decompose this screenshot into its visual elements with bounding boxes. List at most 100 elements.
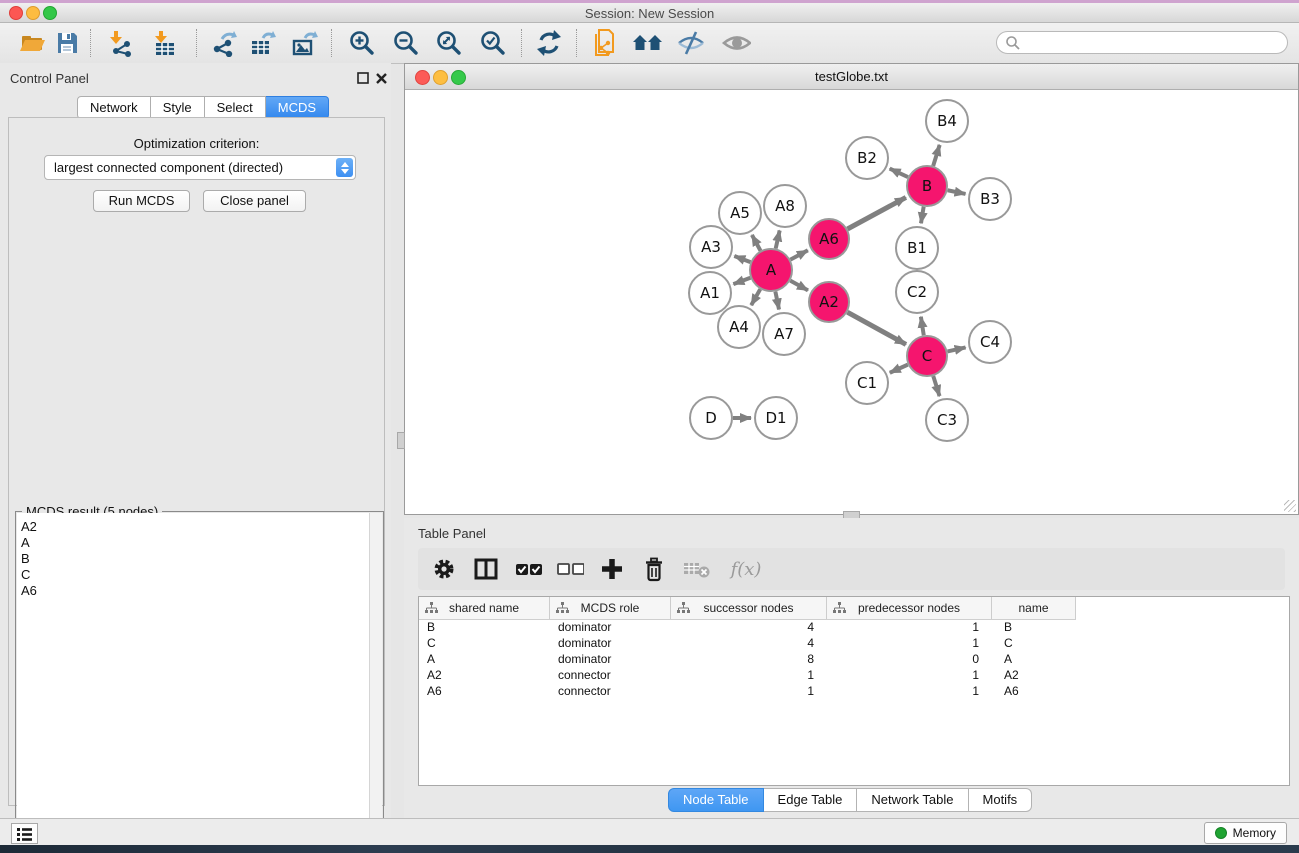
- network-window-titlebar[interactable]: testGlobe.txt: [405, 64, 1298, 90]
- table-cell[interactable]: 1: [827, 619, 992, 635]
- mcds-result-item[interactable]: A: [21, 535, 369, 551]
- graph-edge-A2-C[interactable]: [847, 312, 906, 344]
- deselect-all-button[interactable]: [556, 555, 584, 583]
- window-resize-grip[interactable]: [1284, 500, 1296, 512]
- graph-edge-A6-B[interactable]: [847, 197, 905, 229]
- tab-node-table[interactable]: Node Table: [668, 788, 764, 812]
- graph-edge-C-C1[interactable]: [890, 365, 908, 373]
- column-header[interactable]: shared name: [419, 597, 550, 619]
- graph-edge-A-A2[interactable]: [790, 281, 808, 291]
- zoom-in-button[interactable]: [347, 28, 377, 58]
- table-cell[interactable]: 1: [827, 683, 992, 699]
- graph-edge-B-B1[interactable]: [921, 207, 924, 224]
- table-cell[interactable]: A: [992, 651, 1076, 667]
- graph-edge-A-A3[interactable]: [734, 256, 750, 262]
- open-session-button[interactable]: [17, 28, 47, 58]
- table-cell[interactable]: 1: [827, 635, 992, 651]
- table-cell[interactable]: 4: [671, 619, 827, 635]
- zoom-fit-button[interactable]: [434, 28, 464, 58]
- graph-edge-A-A4[interactable]: [751, 289, 760, 305]
- mcds-result-item[interactable]: A6: [21, 583, 369, 599]
- tab-edge-table[interactable]: Edge Table: [764, 788, 858, 812]
- close-panel-icon[interactable]: [375, 72, 388, 85]
- task-history-button[interactable]: [11, 823, 38, 844]
- table-cell[interactable]: 1: [671, 683, 827, 699]
- table-row[interactable]: Adominator80A: [419, 651, 1289, 667]
- export-table-button[interactable]: [247, 28, 277, 58]
- zoom-selected-button[interactable]: [478, 28, 508, 58]
- graph-edge-A-A6[interactable]: [790, 250, 807, 259]
- table-cell[interactable]: 4: [671, 635, 827, 651]
- apply-layout-button[interactable]: [534, 28, 564, 58]
- graph-edge-B-B2[interactable]: [890, 169, 908, 178]
- mcds-result-item[interactable]: C: [21, 567, 369, 583]
- table-cell[interactable]: A: [419, 651, 550, 667]
- function-builder-button[interactable]: f(x): [724, 555, 768, 583]
- table-cell[interactable]: A2: [992, 667, 1076, 683]
- column-layout-button[interactable]: [472, 555, 500, 583]
- import-table-button[interactable]: [150, 28, 180, 58]
- network-canvas[interactable]: AA1A2A3A4A5A6A7A8BB1B2B3B4CC1C2C3C4DD1: [405, 90, 1298, 514]
- column-header[interactable]: successor nodes: [671, 597, 827, 619]
- table-cell[interactable]: 8: [671, 651, 827, 667]
- tab-style[interactable]: Style: [151, 96, 205, 119]
- tab-select[interactable]: Select: [205, 96, 266, 119]
- table-row[interactable]: A2connector11A2: [419, 667, 1289, 683]
- table-cell[interactable]: dominator: [550, 619, 671, 635]
- search-input[interactable]: [996, 31, 1288, 54]
- mcds-result-item[interactable]: B: [21, 551, 369, 567]
- graph-edge-A-A1[interactable]: [733, 278, 750, 284]
- table-cell[interactable]: 0: [827, 651, 992, 667]
- delete-column-button[interactable]: [640, 555, 668, 583]
- export-image-button[interactable]: [289, 28, 319, 58]
- tab-network[interactable]: Network: [77, 96, 151, 119]
- table-cell[interactable]: A6: [992, 683, 1076, 699]
- float-panel-icon[interactable]: [357, 72, 370, 85]
- table-cell[interactable]: connector: [550, 683, 671, 699]
- home-network-button[interactable]: [632, 28, 662, 58]
- graph-edge-B-B4[interactable]: [933, 145, 939, 166]
- table-row[interactable]: Cdominator41C: [419, 635, 1289, 651]
- zoom-out-button[interactable]: [391, 28, 421, 58]
- table-cell[interactable]: dominator: [550, 635, 671, 651]
- table-cell[interactable]: 1: [827, 667, 992, 683]
- result-scrollbar[interactable]: [369, 513, 382, 850]
- delete-table-button[interactable]: [682, 555, 710, 583]
- graph-edge-B-B3[interactable]: [948, 190, 966, 194]
- table-cell[interactable]: C: [992, 635, 1076, 651]
- run-mcds-button[interactable]: Run MCDS: [93, 190, 190, 212]
- tab-mcds[interactable]: MCDS: [266, 96, 329, 119]
- close-panel-button[interactable]: Close panel: [203, 190, 306, 212]
- table-cell[interactable]: A2: [419, 667, 550, 683]
- add-column-button[interactable]: [598, 555, 626, 583]
- table-cell[interactable]: A6: [419, 683, 550, 699]
- graph-edge-A-A5[interactable]: [752, 235, 761, 251]
- divider-grip-left[interactable]: [397, 432, 405, 449]
- table-cell[interactable]: 1: [671, 667, 827, 683]
- table-cell[interactable]: connector: [550, 667, 671, 683]
- table-cell[interactable]: dominator: [550, 651, 671, 667]
- gear-button[interactable]: [430, 555, 458, 583]
- graph-edge-C-C4[interactable]: [947, 347, 965, 351]
- export-network-button[interactable]: [208, 28, 238, 58]
- column-header[interactable]: predecessor nodes: [827, 597, 992, 619]
- column-header[interactable]: MCDS role: [550, 597, 671, 619]
- table-row[interactable]: Bdominator41B: [419, 619, 1289, 635]
- show-details-button[interactable]: [721, 28, 751, 58]
- tab-network-table[interactable]: Network Table: [857, 788, 968, 812]
- graph-edge-C-C3[interactable]: [933, 376, 939, 396]
- column-header[interactable]: name: [992, 597, 1076, 619]
- graph-edge-A-A8[interactable]: [776, 230, 780, 248]
- select-all-button[interactable]: [514, 555, 542, 583]
- graph-edge-A-A7[interactable]: [775, 292, 779, 310]
- table-row[interactable]: A6connector11A6: [419, 683, 1289, 699]
- hide-details-button[interactable]: [676, 28, 706, 58]
- optimization-criterion-select[interactable]: largest connected component (directed): [44, 155, 356, 180]
- table-cell[interactable]: B: [992, 619, 1076, 635]
- mcds-result-item[interactable]: A2: [21, 519, 369, 535]
- import-network-button[interactable]: [106, 28, 136, 58]
- table-cell[interactable]: B: [419, 619, 550, 635]
- graph-edge-C-C2[interactable]: [921, 317, 924, 336]
- table-cell[interactable]: C: [419, 635, 550, 651]
- network-from-selection-button[interactable]: [590, 28, 620, 58]
